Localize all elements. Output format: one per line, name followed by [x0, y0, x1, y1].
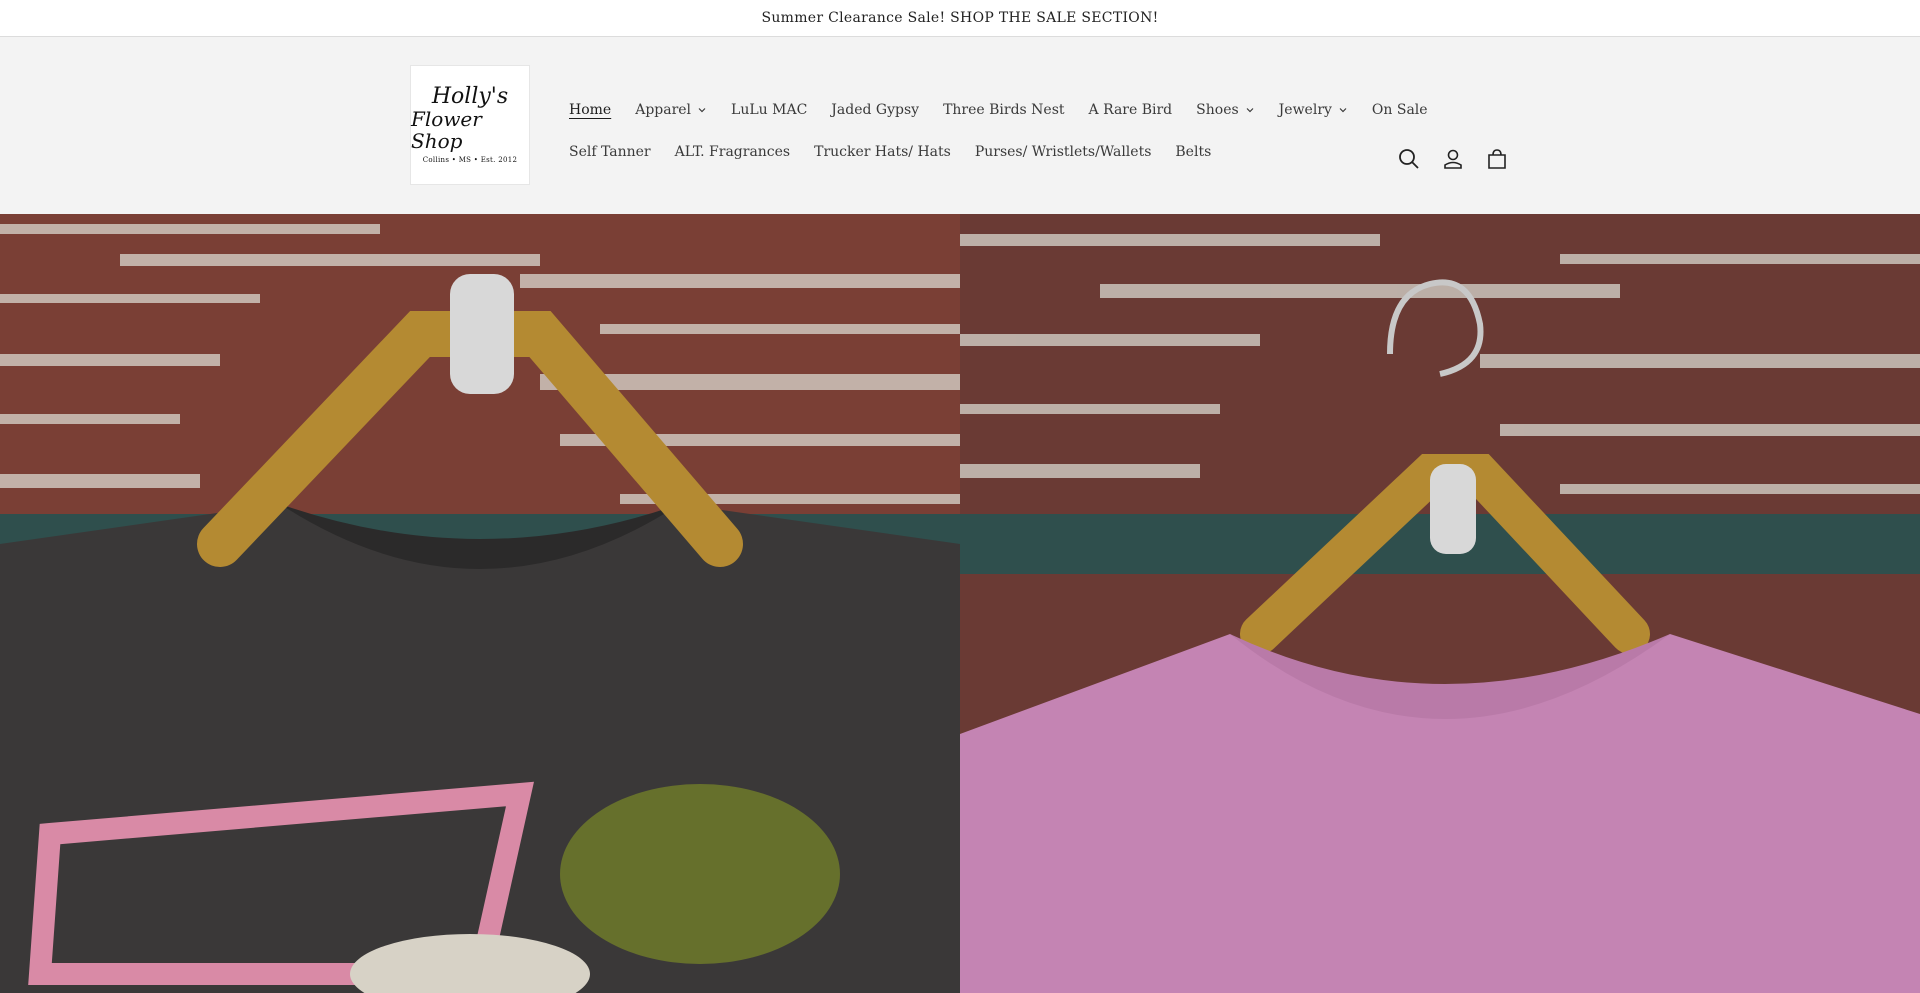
- nav-label: On Sale: [1371, 102, 1428, 118]
- nav-item-apparel[interactable]: Apparel: [623, 102, 719, 118]
- nav-item-on-sale[interactable]: On Sale: [1360, 102, 1440, 118]
- nav-label: Home: [569, 102, 612, 118]
- announcement-bar[interactable]: Summer Clearance Sale! SHOP THE SALE SEC…: [0, 0, 1920, 37]
- nav-item-trucker-hats[interactable]: Trucker Hats/ Hats: [802, 144, 963, 160]
- nav-label: Self Tanner: [569, 144, 651, 160]
- hero-image-right[interactable]: [960, 214, 1920, 993]
- nav-item-self-tanner[interactable]: Self Tanner: [557, 144, 663, 160]
- logo-line-1: Holly's: [431, 84, 509, 109]
- nav-item-three-birds-nest[interactable]: Three Birds Nest: [931, 102, 1076, 118]
- nav-label: LuLu MAC: [731, 102, 808, 118]
- nav-label: Shoes: [1196, 102, 1239, 118]
- nav-label: Purses/ Wristlets/Wallets: [974, 144, 1152, 160]
- logo-line-3: Collins • MS • Est. 2012: [422, 156, 518, 164]
- hero-image-left[interactable]: [0, 214, 960, 993]
- nav-item-home[interactable]: Home: [557, 102, 623, 118]
- nav-label: Trucker Hats/ Hats: [814, 144, 951, 160]
- nav-label: Jewelry: [1278, 102, 1332, 118]
- nav-label: Three Birds Nest: [943, 102, 1065, 118]
- chevron-down-icon: [698, 108, 706, 113]
- sweatshirt-black-illustration: [0, 214, 960, 993]
- nav-row-1: Home Apparel LuLu MAC Jaded Gypsy Three …: [557, 89, 1428, 131]
- nav-label: Belts: [1175, 144, 1212, 160]
- nav-item-shoes[interactable]: Shoes: [1184, 102, 1267, 118]
- header-icons: [1397, 147, 1509, 171]
- hero-slideshow[interactable]: [0, 214, 1920, 993]
- nav-item-alt-fragrances[interactable]: ALT. Fragrances: [663, 144, 803, 160]
- nav-item-a-rare-bird[interactable]: A Rare Bird: [1077, 102, 1185, 118]
- logo-line-2: Flower Shop: [411, 107, 482, 153]
- account-icon[interactable]: [1441, 147, 1465, 171]
- search-icon[interactable]: [1397, 147, 1421, 171]
- chevron-down-icon: [1246, 108, 1254, 113]
- store-logo[interactable]: Holly's Flower Shop Collins • MS • Est. …: [410, 65, 530, 185]
- nav-item-lulu-mac[interactable]: LuLu MAC: [719, 102, 819, 118]
- chevron-down-icon: [1339, 108, 1347, 113]
- main-navigation: Home Apparel LuLu MAC Jaded Gypsy Three …: [557, 89, 1428, 173]
- announcement-text[interactable]: Summer Clearance Sale! SHOP THE SALE SEC…: [761, 10, 1158, 26]
- cart-icon[interactable]: [1485, 147, 1509, 171]
- nav-item-jewelry[interactable]: Jewelry: [1267, 102, 1360, 118]
- nav-row-2: Self Tanner ALT. Fragrances Trucker Hats…: [557, 131, 1347, 173]
- nav-item-purses-wristlets-wallets[interactable]: Purses/ Wristlets/Wallets: [963, 144, 1164, 160]
- site-header: Holly's Flower Shop Collins • MS • Est. …: [0, 37, 1920, 214]
- nav-label: ALT. Fragrances: [674, 144, 791, 160]
- nav-label: A Rare Bird: [1088, 102, 1173, 118]
- nav-item-belts[interactable]: Belts: [1163, 144, 1223, 160]
- nav-label: Apparel: [635, 102, 692, 118]
- nav-label: Jaded Gypsy: [831, 102, 920, 118]
- nav-item-jaded-gypsy[interactable]: Jaded Gypsy: [819, 102, 931, 118]
- sweatshirt-pink-illustration: [960, 214, 1920, 993]
